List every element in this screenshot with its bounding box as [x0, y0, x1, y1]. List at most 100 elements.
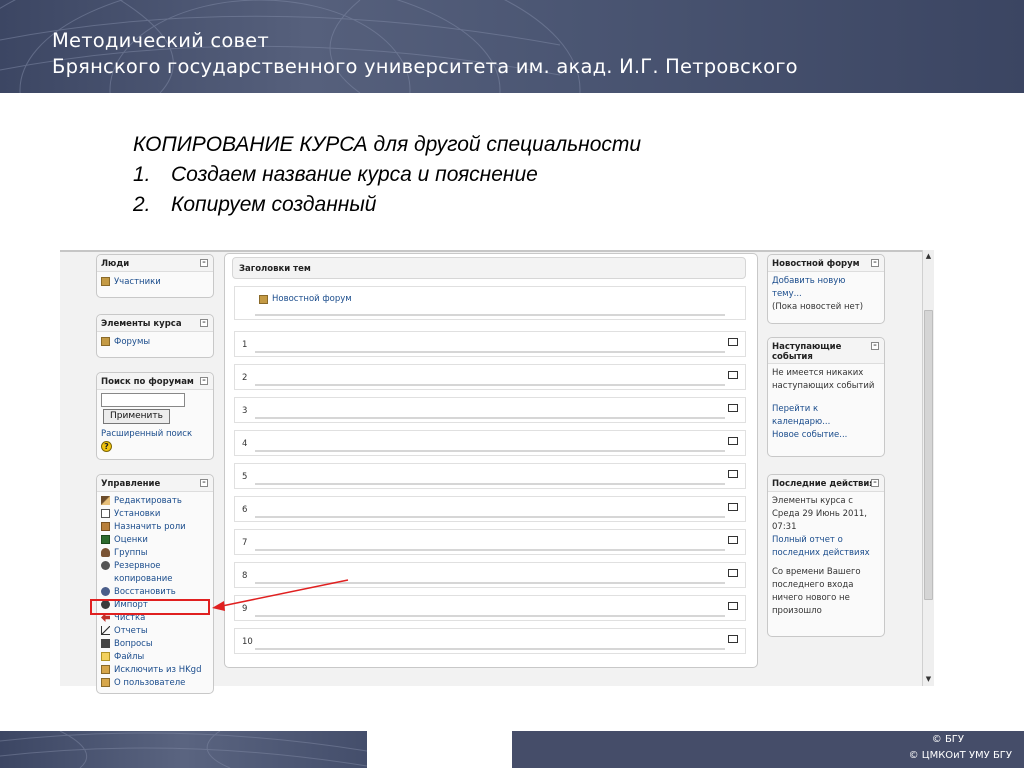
recent-activity-block: Последние действия – Элементы курса с Сред…	[767, 474, 885, 637]
copyright-bgu: © БГУ	[931, 734, 964, 745]
admin-backup-link[interactable]: Резервное	[101, 559, 209, 572]
admin-reports-link[interactable]: Отчеты	[101, 624, 209, 637]
collapse-icon[interactable]: –	[200, 479, 208, 487]
topic-section: 9	[234, 595, 746, 621]
topic-section: 2	[234, 364, 746, 390]
show-only-section-icon[interactable]	[728, 437, 738, 445]
calendar-link[interactable]: Перейти к календарю...	[772, 403, 880, 429]
admin-settings-link[interactable]: Установки	[101, 507, 209, 520]
scroll-up-arrow-icon[interactable]: ▲	[925, 253, 932, 260]
section-number: 3	[242, 406, 248, 416]
section-divider	[255, 351, 725, 353]
header-banner: Методический совет Брянского государстве…	[0, 0, 1024, 93]
groups-icon	[101, 548, 110, 557]
reports-chart-icon	[101, 626, 110, 635]
footer-right-banner: © БГУ © ЦМКОиТ УМУ БГУ	[512, 731, 1024, 768]
no-news-text: (Пока новостей нет)	[772, 302, 864, 312]
topics-header: Заголовки тем	[232, 257, 746, 279]
topic-section: 4	[234, 430, 746, 456]
show-only-section-icon[interactable]	[728, 635, 738, 643]
admin-roles-link[interactable]: Назначить роли	[101, 520, 209, 533]
show-only-section-icon[interactable]	[728, 503, 738, 511]
step-1: 1. Создаем название курса и пояснение	[133, 160, 641, 190]
forum-icon	[101, 337, 110, 346]
participants-link[interactable]: Участники	[101, 275, 209, 288]
activities-block: Элементы курса – Форумы	[96, 314, 214, 358]
collapse-icon[interactable]: –	[871, 259, 879, 267]
collapse-icon[interactable]: –	[200, 259, 208, 267]
collapse-icon[interactable]: –	[871, 342, 879, 350]
news-forum-link[interactable]: Новостной форум	[259, 294, 352, 304]
advanced-search-link[interactable]: Расширенный поиск	[101, 427, 209, 440]
section-divider	[255, 384, 725, 386]
collapse-icon[interactable]: –	[871, 479, 879, 487]
news-forum-block: Новостной форум – Добавить новую тему... (…	[767, 254, 885, 324]
block-title: Управление	[101, 479, 161, 489]
section-divider	[255, 582, 725, 584]
document-icon	[101, 509, 110, 518]
section-number: 7	[242, 538, 248, 548]
topic-0: Новостной форум	[234, 286, 746, 320]
show-only-section-icon[interactable]	[728, 470, 738, 478]
topic-section: 7	[234, 529, 746, 555]
admin-questions-link[interactable]: Вопросы	[101, 637, 209, 650]
topic-section: 6	[234, 496, 746, 522]
forums-link[interactable]: Форумы	[101, 335, 209, 348]
block-title: Последние действия	[772, 479, 875, 489]
section-number: 6	[242, 505, 248, 515]
new-event-link[interactable]: Новое событие...	[772, 429, 880, 442]
questions-icon	[101, 639, 110, 648]
admin-grades-link[interactable]: Оценки	[101, 533, 209, 546]
admin-unenrol-link[interactable]: Исключить из HKgd	[101, 663, 209, 676]
slide-text: КОПИРОВАНИЕ КУРСА для другой специальнос…	[133, 130, 641, 220]
section-number: 8	[242, 571, 248, 581]
admin-profile-link[interactable]: О пользователе	[101, 676, 209, 689]
step-number: 1.	[133, 163, 151, 186]
section-number: 1	[242, 340, 248, 350]
section-divider	[255, 648, 725, 650]
show-only-section-icon[interactable]	[728, 404, 738, 412]
show-only-section-icon[interactable]	[728, 569, 738, 577]
show-only-section-icon[interactable]	[728, 536, 738, 544]
admin-restore-link[interactable]: Восстановить	[101, 585, 209, 598]
roles-icon	[101, 522, 110, 531]
help-icon[interactable]: ?	[101, 441, 112, 452]
section-number: 2	[242, 373, 248, 383]
section-number: 10	[242, 637, 253, 647]
section-number: 9	[242, 604, 248, 614]
full-report-link[interactable]: Полный отчет о последних действиях	[772, 534, 880, 560]
admin-backup-link-cont[interactable]: копирование	[101, 572, 209, 585]
header-line-1: Методический совет	[52, 29, 269, 52]
step-number: 2.	[133, 193, 151, 216]
scrollbar-thumb[interactable]	[924, 310, 933, 600]
admin-edit-link[interactable]: Редактировать	[101, 494, 209, 507]
admin-files-link[interactable]: Файлы	[101, 650, 209, 663]
people-block: Люди – Участники	[96, 254, 214, 298]
forum-search-block: Поиск по форумам – Применить Расширенный …	[96, 372, 214, 460]
show-only-section-icon[interactable]	[728, 338, 738, 346]
block-title: Люди	[101, 259, 130, 269]
add-topic-link[interactable]: Добавить новую тему...	[772, 275, 880, 301]
topic-section: 3	[234, 397, 746, 423]
scroll-down-arrow-icon[interactable]: ▼	[925, 676, 932, 683]
vertical-scrollbar[interactable]: ▲ ▼	[922, 250, 934, 686]
no-events-text: Не имеется никаких наступающих событий	[772, 368, 875, 391]
step-text: Создаем название курса и пояснение	[171, 163, 538, 186]
section-divider	[255, 417, 725, 419]
topic-section: 1	[234, 331, 746, 357]
collapse-icon[interactable]: –	[200, 377, 208, 385]
section-divider	[255, 483, 725, 485]
admin-groups-link[interactable]: Группы	[101, 546, 209, 559]
show-only-section-icon[interactable]	[728, 371, 738, 379]
step-text: Копируем созданный	[171, 193, 377, 216]
section-divider	[255, 516, 725, 518]
search-apply-button[interactable]: Применить	[103, 409, 170, 424]
backup-icon	[101, 561, 110, 570]
topic-section: 8	[234, 562, 746, 588]
show-only-section-icon[interactable]	[728, 602, 738, 610]
block-title: Новостной форум	[772, 259, 860, 269]
nothing-new-text: Со времени Вашего последнего входа ничего …	[772, 567, 861, 616]
forum-search-input[interactable]	[101, 393, 185, 407]
collapse-icon[interactable]: –	[200, 319, 208, 327]
slide-heading: КОПИРОВАНИЕ КУРСА для другой специальнос…	[133, 133, 642, 156]
